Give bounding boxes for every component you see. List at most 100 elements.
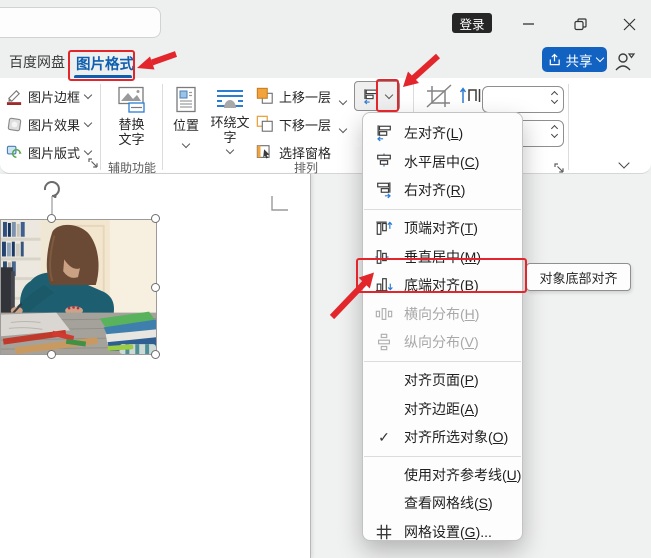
menu-item-align-to-margin[interactable]: 对齐边距(A) — [363, 394, 522, 423]
share-label: 共享 — [565, 53, 593, 69]
close-icon — [623, 18, 635, 30]
menu-item-align-center[interactable]: 水平居中(C) — [363, 148, 522, 177]
menu-item-align-left[interactable]: 左对齐(L) — [363, 119, 522, 148]
crop-icon — [426, 84, 452, 108]
menu-item-align-to-page[interactable]: 对齐页面(P) — [363, 366, 522, 395]
menu-item-label: 对齐所选对象(O) — [404, 429, 509, 446]
minimize-button[interactable] — [512, 12, 546, 36]
alt-text-button[interactable]: 替换文字 — [104, 84, 159, 158]
menu-item-label: 水平居中(C) — [404, 153, 480, 170]
handle-bottom-right[interactable] — [151, 350, 160, 359]
picture-border-button[interactable]: 图片边框 — [6, 85, 93, 107]
collapse-ribbon-button[interactable] — [618, 154, 630, 172]
word-window: 登录 百度网盘 图片格式 共享 图片边框 图片效果 图片版式 替换文字 辅助功能… — [0, 0, 651, 558]
share-button[interactable]: 共享 — [542, 47, 607, 72]
align-bottom-icon — [373, 275, 395, 295]
menu-item-label: 查看网格线(S) — [404, 495, 493, 512]
align-button[interactable] — [354, 81, 400, 111]
share-icon — [549, 53, 560, 65]
menu-item-label: 网格设置(G)... — [404, 524, 492, 541]
send-backward-button[interactable]: 下移一层 — [256, 113, 331, 135]
menu-item-label: 顶端对齐(T) — [404, 220, 478, 237]
menu-item-grid-settings[interactable]: 网格设置(G)... — [363, 518, 522, 547]
selected-picture[interactable] — [0, 219, 157, 355]
align-center-icon — [373, 152, 395, 172]
picture-layout-label: 图片版式 — [28, 145, 81, 161]
menu-item-label: 左对齐(L) — [404, 125, 464, 142]
alt-text-label: 替换文字 — [118, 117, 145, 147]
menu-item-label: 对齐页面(P) — [404, 372, 479, 389]
align-right-icon — [373, 180, 395, 200]
picture-effects-button[interactable]: 图片效果 — [6, 113, 93, 135]
chevron-down-icon — [225, 145, 235, 155]
position-label: 位置 — [172, 118, 199, 133]
comments-button[interactable] — [613, 50, 637, 77]
tab-baidu-netdisk[interactable]: 百度网盘 — [9, 52, 65, 72]
tab-picture-format[interactable]: 图片格式 — [76, 53, 134, 74]
menu-item-view-gridlines[interactable]: 查看网格线(S) — [363, 489, 522, 518]
send-backward-icon — [256, 115, 273, 132]
menu-separator — [364, 208, 521, 210]
menu-item-align-right[interactable]: 右对齐(R) — [363, 176, 522, 205]
document-page[interactable] — [0, 174, 311, 558]
chevron-down-icon — [83, 90, 93, 99]
align-top-icon — [373, 218, 395, 238]
handle-bottom-center[interactable] — [47, 350, 56, 359]
send-backward-dropdown[interactable] — [338, 119, 348, 137]
picture-layout-button[interactable]: 图片版式 — [6, 141, 93, 163]
position-button[interactable]: 位置 — [166, 84, 206, 158]
menu-item-distribute-horizontal: 横向分布(H) — [363, 300, 522, 329]
align-dropdown-menu: 左对齐(L) 水平居中(C) 右对齐(R) 顶端对齐(T) 垂直居中(M) 底端… — [362, 112, 523, 541]
login-button[interactable]: 登录 — [452, 13, 492, 33]
menu-item-align-middle[interactable]: 垂直居中(M) — [363, 242, 522, 271]
ribbon: 图片边框 图片效果 图片版式 替换文字 辅助功能 位置 环绕文字 上移一层 下移… — [0, 78, 651, 175]
handle-right-middle[interactable] — [151, 283, 160, 292]
menu-item-distribute-vertical: 纵向分布(V) — [363, 328, 522, 357]
restore-icon — [573, 17, 587, 30]
picture-border-label: 图片边框 — [28, 89, 81, 105]
tooltip-align-object-bottom: 对象底部对齐 — [526, 263, 631, 291]
restore-button[interactable] — [563, 12, 597, 36]
close-button[interactable] — [612, 12, 646, 36]
spinner-down-icon[interactable] — [550, 96, 559, 105]
bring-forward-button[interactable]: 上移一层 — [256, 85, 331, 107]
crop-button[interactable] — [423, 83, 455, 115]
wrap-text-label: 环绕文字 — [210, 115, 250, 145]
menu-item-use-alignment-guides[interactable]: 使用对齐参考线(U) — [363, 461, 522, 490]
distribute-vertical-icon — [373, 332, 395, 352]
wrap-text-button[interactable]: 环绕文字 — [208, 84, 252, 158]
align-left-icon — [364, 88, 378, 104]
alt-text-icon — [117, 86, 145, 113]
menu-item-align-top[interactable]: 顶端对齐(T) — [363, 214, 522, 243]
distribute-horizontal-icon — [373, 304, 395, 324]
chevron-down-icon — [618, 157, 630, 169]
menu-item-label: 对齐边距(A) — [404, 400, 479, 417]
picture-effects-icon — [7, 117, 22, 131]
rotate-handle[interactable] — [40, 178, 64, 198]
menu-item-label: 垂直居中(M) — [404, 248, 482, 265]
menu-item-align-selected-objects[interactable]: ✓ 对齐所选对象(O) — [363, 423, 522, 452]
align-left-icon — [373, 123, 395, 143]
wrap-text-icon — [217, 90, 243, 108]
chevron-down-icon[interactable] — [384, 90, 393, 99]
bring-forward-dropdown[interactable] — [338, 91, 348, 109]
picture-effects-label: 图片效果 — [28, 117, 81, 133]
menu-item-align-bottom[interactable]: 底端对齐(B) — [363, 271, 522, 300]
handle-top-center[interactable] — [47, 214, 56, 223]
send-backward-label: 下移一层 — [279, 117, 332, 133]
menu-item-label: 底端对齐(B) — [404, 277, 479, 294]
shape-height-icon — [459, 85, 482, 112]
handle-top-right[interactable] — [151, 214, 160, 223]
spinner-down-icon[interactable] — [550, 130, 559, 139]
menu-item-label: 纵向分布(V) — [404, 334, 479, 351]
position-icon — [176, 86, 196, 113]
height-input[interactable] — [482, 86, 564, 113]
dialog-launcher-icon — [88, 158, 98, 168]
grid-icon — [373, 522, 395, 542]
search-box[interactable] — [0, 7, 161, 38]
chevron-down-icon — [83, 146, 93, 155]
document-area[interactable] — [0, 174, 651, 558]
minimize-icon — [523, 23, 534, 25]
picture-styles-dialog-launcher[interactable] — [88, 156, 99, 174]
chevron-down-icon — [83, 118, 93, 127]
